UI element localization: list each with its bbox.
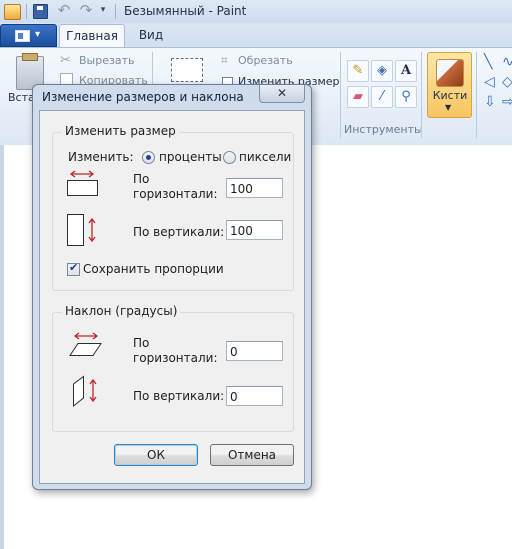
resize-vertical-input[interactable]: 100: [226, 220, 283, 240]
vertical-skew-icon: [73, 375, 97, 408]
dialog-title-bar[interactable]: Изменение размеров и наклона ✕: [33, 85, 311, 109]
title-bar: ↶ ↷ ▾ Безымянный - Paint: [0, 0, 512, 24]
pencil-icon[interactable]: ✎: [347, 60, 369, 82]
fill-bucket-icon[interactable]: ◈: [371, 60, 393, 82]
resize-by-label: Изменить:: [68, 150, 134, 164]
group-separator: [340, 52, 341, 138]
group-separator: [421, 52, 422, 138]
skew-groupbox: Наклон (градусы) По горизонтали: 0 По ве…: [52, 304, 294, 432]
pixels-radio-label[interactable]: пиксели: [239, 150, 291, 164]
horizontal-resize-icon: [67, 170, 98, 196]
text-icon[interactable]: A: [395, 60, 417, 82]
resize-horizontal-label-line2: горизонтали:: [133, 187, 218, 201]
window-title: Безымянный - Paint: [124, 4, 247, 18]
paste-button-label[interactable]: Вста: [8, 91, 35, 104]
vertical-resize-icon: [67, 214, 96, 246]
skew-horizontal-label-line2: горизонтали:: [133, 351, 218, 365]
line-shape-icon[interactable]: ╲: [484, 54, 492, 70]
undo-icon[interactable]: ↶: [56, 2, 72, 18]
chevron-down-icon: ▼: [445, 103, 452, 112]
dialog-title: Изменение размеров и наклона: [42, 90, 244, 104]
brushes-button[interactable]: Кисти ▼: [427, 52, 472, 118]
redo-icon[interactable]: ↷: [78, 2, 94, 18]
diamond-shape-icon[interactable]: ◇: [502, 74, 512, 90]
close-button[interactable]: ✕: [259, 85, 305, 103]
keep-ratio-label[interactable]: Сохранить пропорции: [83, 262, 224, 276]
keep-ratio-checkbox[interactable]: ✔: [67, 261, 80, 276]
chevron-down-icon: ▾: [35, 29, 41, 40]
application-menu-button[interactable]: ▾: [0, 24, 57, 47]
skew-horizontal-label-line1: По: [133, 336, 150, 350]
checkmark-icon: ✔: [69, 261, 79, 274]
quick-access-separator: [26, 4, 27, 19]
title-separator: [115, 4, 116, 19]
skew-horizontal-input[interactable]: 0: [226, 341, 283, 361]
eraser-icon[interactable]: ▰: [347, 86, 369, 108]
resize-skew-dialog: Изменение размеров и наклона ✕ Изменить …: [32, 84, 312, 490]
tab-view[interactable]: Вид: [132, 24, 170, 46]
brush-icon: [436, 59, 464, 87]
crop-button[interactable]: Обрезать: [238, 54, 293, 67]
color-picker-icon[interactable]: ⁄: [371, 86, 393, 108]
arrow-shape-icon[interactable]: ⇩: [484, 94, 496, 110]
triangle-shape-icon[interactable]: ◁: [484, 74, 495, 90]
skew-vertical-input[interactable]: 0: [226, 386, 283, 406]
tools-group-label: Инструменты: [344, 123, 423, 136]
resize-horizontal-input[interactable]: 100: [226, 178, 283, 198]
resize-horizontal-label-line1: По: [133, 172, 150, 186]
percent-radio[interactable]: [142, 151, 155, 164]
skew-vertical-label: По вертикали:: [133, 389, 225, 403]
cut-button[interactable]: Вырезать: [79, 54, 134, 67]
percent-radio-label[interactable]: проценты: [159, 150, 222, 164]
dialog-body: Изменить размер Изменить: проценты пиксе…: [39, 110, 305, 484]
ok-button[interactable]: ОК: [114, 444, 198, 466]
resize-group-title: Изменить размер: [62, 124, 179, 138]
cancel-button[interactable]: Отмена: [210, 444, 294, 466]
paint-menu-icon: [15, 30, 30, 42]
close-icon: ✕: [276, 86, 288, 100]
skew-group-title: Наклон (градусы): [62, 304, 181, 318]
group-separator: [476, 52, 477, 138]
select-icon[interactable]: [171, 58, 203, 82]
horizontal-skew-icon: [69, 332, 102, 356]
arrow-right-shape-icon[interactable]: ⇨: [502, 94, 512, 110]
scissors-icon: ✂: [60, 53, 71, 68]
resize-vertical-label: По вертикали:: [133, 225, 225, 239]
tab-home[interactable]: Главная: [59, 24, 125, 47]
brushes-label: Кисти: [432, 89, 468, 102]
customize-quick-access-icon[interactable]: ▾: [98, 5, 108, 17]
curve-shape-icon[interactable]: ∿: [502, 54, 512, 70]
pixels-radio[interactable]: [223, 151, 236, 164]
magnifier-icon[interactable]: ⚲: [395, 86, 417, 108]
crop-icon: ⌗: [221, 53, 228, 67]
save-icon[interactable]: [33, 4, 48, 19]
resize-groupbox: Изменить размер Изменить: проценты пиксе…: [52, 124, 294, 291]
paint-app-icon[interactable]: [4, 4, 21, 20]
